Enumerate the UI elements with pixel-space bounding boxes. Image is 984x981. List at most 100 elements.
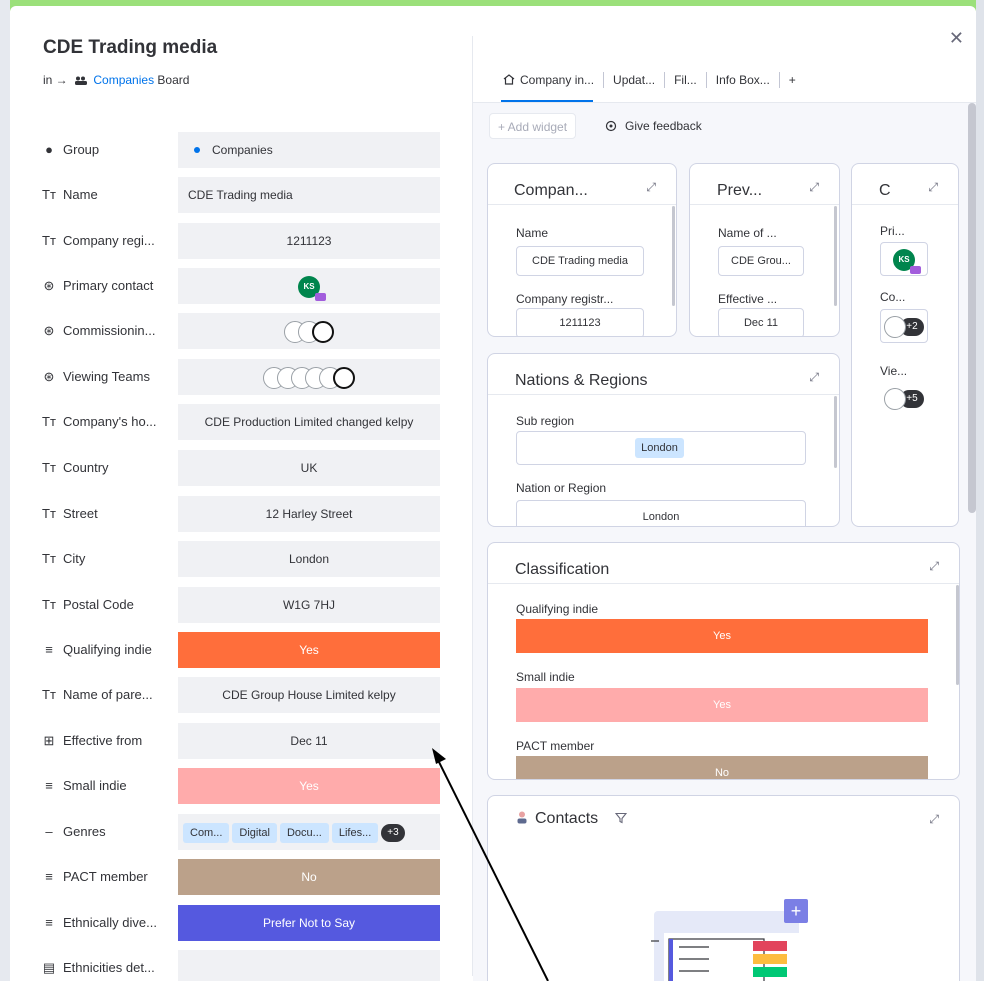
breadcrumb-board-link[interactable]: Companies: [93, 73, 154, 87]
viewing-teams-field[interactable]: +5: [880, 382, 928, 416]
people-column-icon: ⊛: [43, 323, 55, 338]
effective-from-value[interactable]: Dec 11: [178, 723, 440, 759]
expand-icon[interactable]: ⤢: [929, 812, 939, 827]
widget-title: Contacts: [515, 810, 627, 828]
postal-code-value[interactable]: W1G 7HJ: [178, 587, 440, 623]
field-label: Tᴛ Street: [41, 496, 98, 532]
avatar[interactable]: KS: [298, 275, 326, 301]
add-widget-button[interactable]: + Add widget: [489, 113, 577, 139]
widget-scrollbar[interactable]: [834, 396, 837, 468]
ethnicities-value[interactable]: [178, 950, 440, 981]
company-reg-field[interactable]: 1211123: [516, 308, 644, 336]
field-label: ● Group: [41, 132, 99, 168]
genres-more-count[interactable]: +3: [381, 823, 405, 842]
effective-field[interactable]: Dec 11: [718, 308, 804, 336]
add-tab-button[interactable]: +: [780, 72, 805, 88]
parent-name-value[interactable]: CDE Group House Limited kelpy: [178, 677, 440, 713]
company-reg-value[interactable]: 1211123: [178, 223, 440, 259]
field-label: PACT member: [516, 739, 595, 753]
widget-scrollbar[interactable]: [672, 206, 675, 306]
genres-value[interactable]: Com... Digital Docu... Lifes... +3: [178, 814, 440, 850]
view-tabs: Company in... Updat... Fil... Info Box..…: [503, 70, 805, 90]
widget-separator: [690, 204, 839, 205]
filter-icon[interactable]: [614, 812, 627, 824]
expand-icon[interactable]: ⤢: [928, 180, 938, 195]
genre-chip[interactable]: Com...: [183, 822, 230, 843]
group-color-dot: [194, 147, 200, 153]
genre-chip[interactable]: Lifes...: [331, 822, 379, 843]
primary-contact-field[interactable]: KS: [880, 242, 928, 276]
small-indie-status[interactable]: Yes: [178, 768, 440, 804]
widget-scrollbar[interactable]: [834, 206, 837, 306]
primary-contact-value[interactable]: KS: [178, 268, 440, 304]
tab-company-info[interactable]: Company in...: [503, 72, 605, 88]
field-row-company-reg: Tᴛ Company regi... 1211123: [10, 223, 472, 259]
qualifying-indie-status[interactable]: Yes: [178, 632, 440, 668]
field-label: Tᴛ Name of pare...: [41, 677, 153, 713]
add-contact-plus-icon[interactable]: +: [784, 899, 808, 923]
company-name-field[interactable]: CDE Trading media: [516, 246, 644, 276]
field-label: Nation or Region: [516, 481, 607, 495]
commissioning-value[interactable]: [178, 313, 440, 349]
expand-icon[interactable]: ⤢: [809, 180, 819, 195]
avatar[interactable]: [312, 320, 334, 343]
genre-chip[interactable]: Docu...: [279, 822, 329, 843]
field-label: Vie...: [880, 364, 908, 378]
company-house-value[interactable]: CDE Production Limited changed kelpy: [178, 404, 440, 440]
field-row-primary-contact: ⊛ Primary contact KS: [10, 268, 472, 304]
commissioning-field[interactable]: +2: [880, 309, 928, 343]
city-value[interactable]: London: [178, 541, 440, 577]
item-details-panel: CDE Trading media in → Companies Board ●…: [10, 6, 472, 981]
tab-updates[interactable]: Updat...: [604, 72, 666, 88]
country-value[interactable]: UK: [178, 450, 440, 486]
expand-icon[interactable]: ⤢: [929, 559, 939, 574]
avatar[interactable]: KS: [893, 249, 921, 275]
close-icon[interactable]: ✕: [949, 28, 964, 49]
parent-name-field[interactable]: CDE Grou...: [718, 246, 804, 276]
small-indie-status[interactable]: Yes: [516, 688, 928, 722]
viewing-teams-value[interactable]: [178, 359, 440, 395]
tab-files[interactable]: Fil...: [665, 72, 707, 88]
name-value[interactable]: CDE Trading media: [178, 177, 440, 213]
field-row-parent-name: Tᴛ Name of pare... CDE Group House Limite…: [10, 677, 472, 713]
sub-region-field[interactable]: London: [516, 431, 806, 465]
text-column-icon: Tᴛ: [42, 551, 56, 566]
field-row-viewing-teams: ⊛ Viewing Teams: [10, 359, 472, 395]
widget-title: Compan...: [514, 182, 588, 199]
field-label: ⊛ Viewing Teams: [41, 359, 150, 395]
field-row-small-indie: ≡ Small indie Yes: [10, 768, 472, 804]
field-row-effective-from: ⊞ Effective from Dec 11: [10, 723, 472, 759]
pact-member-status[interactable]: No: [178, 859, 440, 895]
group-value[interactable]: Companies: [178, 132, 440, 168]
widget-classification: Classification ⤢ Qualifying indie Yes Sm…: [487, 542, 960, 780]
pact-member-status[interactable]: No: [516, 756, 928, 779]
field-row-qualifying-indie: ≡ Qualifying indie Yes: [10, 632, 472, 668]
street-value[interactable]: 12 Harley Street: [178, 496, 440, 532]
guest-badge-icon: [315, 292, 326, 301]
breadcrumb: in → Companies Board: [43, 73, 189, 87]
field-label: Effective ...: [718, 292, 778, 306]
genre-chip[interactable]: Digital: [232, 822, 277, 843]
expand-icon[interactable]: ⤢: [809, 370, 819, 385]
field-label: Company registr...: [516, 292, 614, 306]
field-label: Name: [516, 226, 549, 240]
widgets-scrollbar[interactable]: [968, 103, 976, 513]
field-label: ▤ Ethnicities det...: [41, 950, 155, 981]
avatar[interactable]: [333, 366, 355, 389]
field-row-pact-member: ≡ PACT member No: [10, 859, 472, 895]
avatar[interactable]: [884, 388, 907, 411]
status-dot-icon: ●: [45, 142, 53, 157]
field-row-ethnicities: ▤ Ethnicities det...: [10, 950, 472, 981]
nation-region-field[interactable]: London: [516, 500, 806, 526]
give-feedback-button[interactable]: Give feedback: [605, 113, 702, 139]
region-chip[interactable]: London: [635, 438, 684, 459]
avatar[interactable]: [884, 316, 907, 339]
item-title[interactable]: CDE Trading media: [43, 37, 217, 59]
tab-info-box[interactable]: Info Box...: [707, 72, 780, 88]
expand-icon[interactable]: ⤢: [646, 180, 656, 195]
ethnically-diverse-status[interactable]: Prefer Not to Say: [178, 905, 440, 941]
qualifying-indie-status[interactable]: Yes: [516, 619, 928, 653]
widget-separator: [488, 204, 676, 205]
widget-prev: Prev... ⤢ Name of ... CDE Grou... Effect…: [689, 163, 840, 337]
widget-scrollbar[interactable]: [956, 585, 959, 685]
